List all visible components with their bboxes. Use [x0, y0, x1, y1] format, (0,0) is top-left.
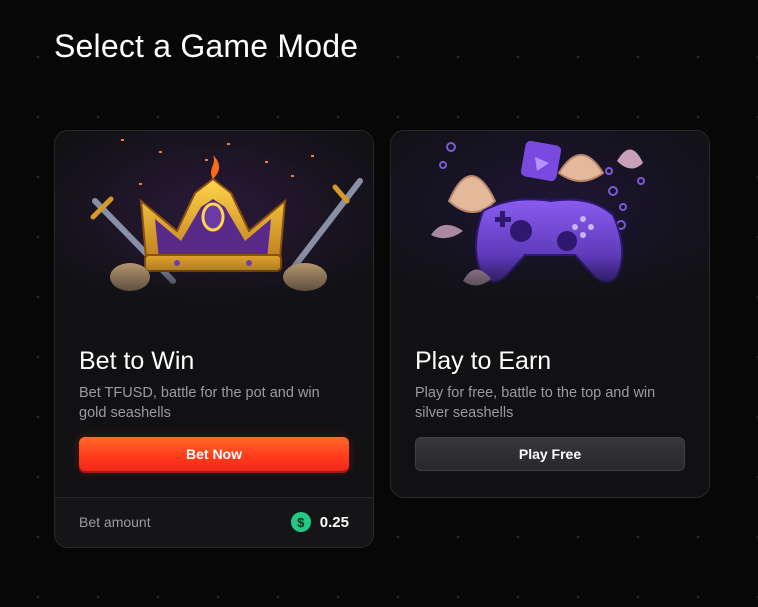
bet-now-button[interactable]: Bet Now [79, 437, 349, 471]
card-title: Bet to Win [79, 347, 195, 375]
card-description: Bet TFUSD, battle for the pot and win go… [79, 385, 320, 421]
controller-illustration [391, 131, 709, 316]
bet-amount-value: 0.25 [319, 513, 349, 531]
play-to-earn-card: Play to Earn Play for free, battle to th… [390, 130, 710, 498]
card-title: Play to Earn [415, 347, 552, 375]
bet-amount-row: Bet amount $ 0.25 [55, 497, 373, 547]
bet-to-win-body: Bet to Win Bet TFUSD, battle for the pot… [79, 345, 351, 423]
play-free-button[interactable]: Play Free [415, 437, 685, 471]
bet-amount-display: $ 0.25 [290, 512, 349, 532]
bet-amount-label: Bet amount [79, 514, 151, 530]
game-mode-page: Select a Game Mode Bet to Win Bet TFUSD,… [0, 0, 758, 607]
play-to-earn-body: Play to Earn Play for free, battle to th… [415, 345, 687, 423]
dollar-coin-icon: $ [290, 512, 311, 532]
bet-to-win-card: Bet to Win Bet TFUSD, battle for the pot… [54, 130, 374, 548]
page-title: Select a Game Mode [54, 28, 359, 64]
crown-illustration [55, 131, 373, 316]
card-description: Play for free, battle to the top and win… [415, 385, 656, 421]
